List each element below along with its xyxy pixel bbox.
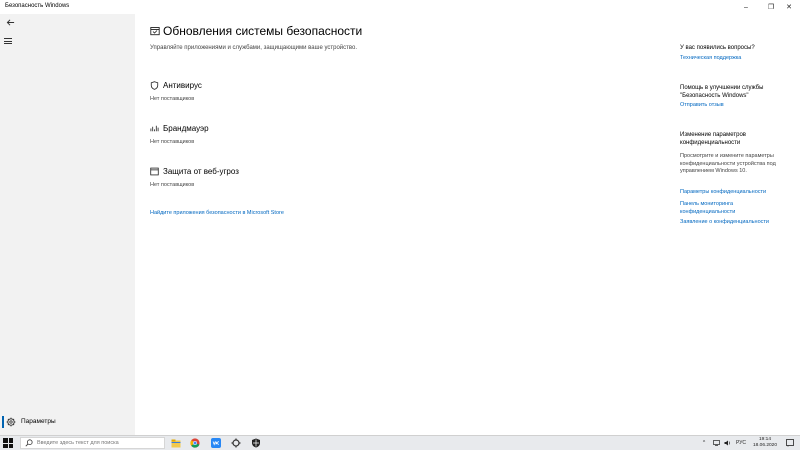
page-title: Обновления системы безопасности [163, 24, 363, 38]
main-content: Обновления системы безопасности Управляй… [135, 14, 800, 435]
action-center-icon[interactable] [785, 438, 795, 448]
show-hidden-icons-icon[interactable]: ^ [700, 438, 708, 448]
hamburger-icon[interactable] [4, 36, 14, 46]
selection-indicator [2, 416, 4, 428]
close-button[interactable]: ✕ [778, 0, 800, 14]
browser-window-icon [150, 167, 159, 176]
taskbar-search-input[interactable] [36, 440, 164, 446]
chrome-icon[interactable] [189, 437, 201, 449]
antivirus-status: Нет поставщиков [150, 96, 195, 102]
shield-icon [150, 81, 159, 90]
page-description: Управляйте приложениями и службами, защи… [150, 45, 358, 51]
title-bar: Безопасность Windows – ❐ ✕ [0, 0, 800, 14]
firewall-signal-icon [150, 125, 159, 132]
security-providers-icon [150, 27, 160, 36]
send-feedback-link[interactable]: Отправить отзыв [680, 102, 795, 110]
windows-start-icon[interactable] [3, 438, 13, 448]
taskbar: ^ РУС 19:14 18.06.2020 [0, 435, 800, 450]
web-protection-status: Нет поставщиков [150, 182, 195, 188]
left-nav-pane: Параметры [0, 14, 135, 435]
window-title: Безопасность Windows [5, 3, 70, 9]
settings-gear-icon[interactable] [230, 437, 242, 449]
help-heading: У вас появились вопросы? [680, 45, 755, 51]
firewall-title: Брандмауэр [163, 124, 209, 133]
search-icon [25, 439, 33, 447]
minimize-button[interactable]: – [735, 0, 757, 14]
improve-heading: Помощь в улучшении службы "Безопасность … [680, 85, 764, 99]
microsoft-store-link[interactable]: Найдите приложения безопасности в Micros… [150, 210, 284, 216]
firewall-status: Нет поставщиков [150, 139, 195, 145]
volume-icon[interactable] [723, 438, 731, 448]
antivirus-title: Антивирус [163, 81, 202, 90]
back-arrow-icon [6, 18, 14, 26]
taskbar-clock[interactable]: 19:14 18.06.2020 [750, 437, 780, 449]
tech-support-link[interactable]: Техническая поддержка [680, 55, 795, 63]
security-shield-icon[interactable] [250, 437, 262, 449]
privacy-dashboard-link[interactable]: Панель мониторинга конфиденциальности [680, 201, 750, 216]
file-explorer-icon[interactable] [170, 437, 182, 449]
vk-icon[interactable] [210, 437, 222, 449]
privacy-description: Просмотрите и измените параметры конфиде… [680, 153, 776, 174]
web-protection-title: Защита от веб-угроз [163, 167, 239, 176]
back-button[interactable] [4, 16, 16, 28]
taskbar-search-box[interactable] [20, 437, 165, 449]
privacy-settings-link[interactable]: Параметры конфиденциальности [680, 189, 795, 197]
privacy-heading: Изменение параметров конфиденциальности [680, 132, 746, 146]
network-icon[interactable] [712, 438, 720, 448]
nav-item-settings-label: Параметры [21, 418, 56, 425]
clock-date: 18.06.2020 [752, 443, 777, 448]
settings-gear-icon [6, 417, 16, 427]
language-indicator[interactable]: РУС [734, 438, 748, 448]
privacy-statement-link[interactable]: Заявление о конфиденциальности [680, 219, 795, 227]
nav-item-settings[interactable]: Параметры [0, 414, 135, 430]
